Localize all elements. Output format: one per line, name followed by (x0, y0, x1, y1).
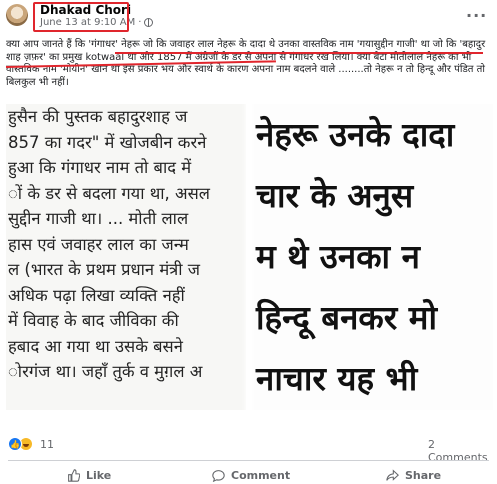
share-label: Share (405, 469, 442, 482)
book-page-photo-left: हुसैन की पुस्तक बहादुरशाह ज 857 का गदर" … (6, 104, 246, 410)
like-button[interactable]: Like (67, 469, 111, 482)
comment-bubble-icon (212, 470, 225, 482)
timestamp-highlight-box (33, 2, 129, 32)
photo-text-line: म थे उनका न (256, 237, 420, 276)
photo-text-line: ों के डर से बदला गया था, असल (8, 183, 210, 203)
facebook-post: Dhakad Chori June 13 at 9:10 AM · ··· क्… (0, 0, 497, 484)
caption-underline (115, 52, 483, 54)
more-options-button[interactable]: ··· (466, 6, 487, 25)
photo-text-line: हास एवं जवाहर लाल का जन्म (8, 234, 189, 254)
photo-text-line: ल (भारत के प्रथम प्रधान मंत्री ज (8, 260, 201, 279)
photo-text-line: हिन्दू बनकर मो (256, 298, 438, 337)
photo-text-line: हुसैन की पुस्तक बहादुरशाह ज (8, 107, 188, 126)
like-reaction-icon[interactable]: 👍 (8, 437, 22, 451)
share-arrow-icon (386, 469, 399, 481)
photo-seam (242, 98, 256, 414)
photo-text-line: में विवाह के बाद जीविका की (8, 311, 179, 330)
photo-text-line: सुद्दीन गाजी था। ... मोती लाल (8, 209, 189, 228)
like-label: Like (86, 469, 112, 482)
photo-text-line: हुआ कि गंगाधर नाम तो बाद में (8, 158, 192, 177)
comment-button[interactable]: Comment (212, 469, 290, 482)
photo-text-line: चार के अनुस (256, 176, 414, 215)
globe-icon (144, 18, 154, 27)
author-avatar[interactable] (6, 4, 28, 26)
reaction-count[interactable]: 11 (40, 438, 54, 451)
action-divider (8, 460, 489, 461)
photo-text-line: नाचार यह भी (256, 359, 418, 398)
photo-text-line: नेहरू उनके दादा (256, 115, 455, 154)
thumbs-up-icon (68, 469, 80, 482)
book-page-photo-right: नेहरू उनके दादा चार के अनुस म थे उनका न … (252, 104, 493, 410)
photo-text-line: अधिक पढ़ा लिखा व्यक्ति नहीं (8, 285, 185, 305)
photo-text-line: ोरगंज था। जहाँ तुर्क व मुग़ल अ (8, 362, 203, 381)
comment-label: Comment (231, 469, 291, 482)
share-button[interactable]: Share (386, 469, 441, 482)
post-image[interactable]: हुसैन की पुस्तक बहादुरशाह ज 857 का गदर" … (0, 98, 497, 414)
photo-text-line: हबाद आ गया था उसके बसने (8, 336, 183, 356)
photo-text-line: 857 का गदर" में खोजबीन करने (8, 132, 207, 152)
